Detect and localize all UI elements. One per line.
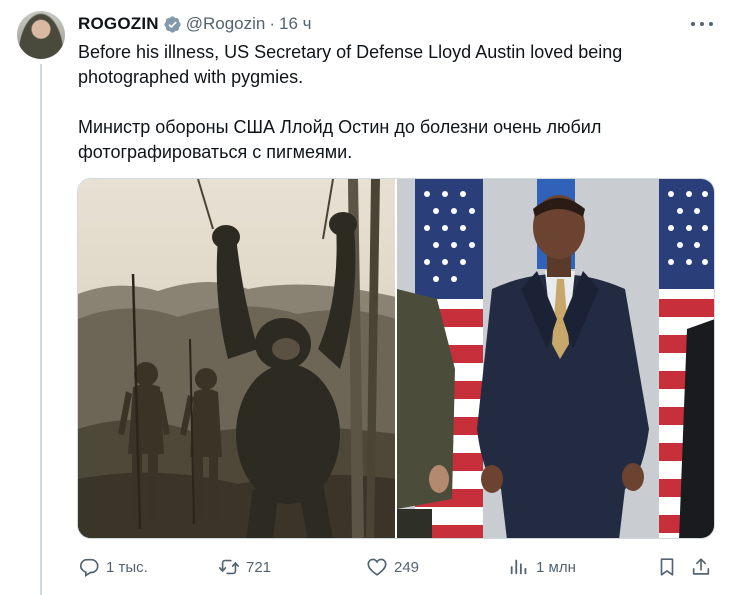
tweet-text: Before his illness, US Secretary of Defe… [78,40,708,165]
timestamp[interactable]: 16 ч [279,14,312,34]
thread-line [40,64,42,595]
like-count: 249 [394,558,420,576]
action-bar: 1 тыс. 721 249 1 млн [78,552,718,582]
reply-icon [79,558,99,577]
separator-dot: · [269,14,276,33]
photo-gorilla-hunters[interactable] [78,179,395,538]
like-button[interactable]: 249 [366,552,419,582]
repost-button[interactable]: 721 [218,552,271,582]
tweet-header: ROGOZIN @Rogozin · 16 ч [78,12,312,36]
verified-badge-icon[interactable] [163,15,182,34]
share-icon [692,558,710,575]
repost-icon [219,559,239,575]
more-icon[interactable] [688,14,716,34]
reply-count: 1 тыс. [106,558,148,576]
bookmark-button[interactable] [656,552,684,582]
author-handle[interactable]: @Rogozin [186,14,266,34]
media-grid [77,178,715,539]
photo-austin-flags[interactable] [397,179,714,538]
heart-icon [367,558,387,576]
repost-count: 721 [246,558,272,576]
share-button[interactable] [690,552,718,582]
avatar[interactable] [17,11,65,59]
bookmark-icon [660,558,674,576]
views-icon [510,559,527,575]
view-count: 1 млн [536,558,576,576]
display-name[interactable]: ROGOZIN [78,14,159,34]
reply-button[interactable]: 1 тыс. [78,552,148,582]
views-button[interactable]: 1 млн [508,552,576,582]
tweet-text-russian: Министр обороны США Ллойд Остин до болез… [78,117,602,162]
tweet-text-english: Before his illness, US Secretary of Defe… [78,42,623,87]
